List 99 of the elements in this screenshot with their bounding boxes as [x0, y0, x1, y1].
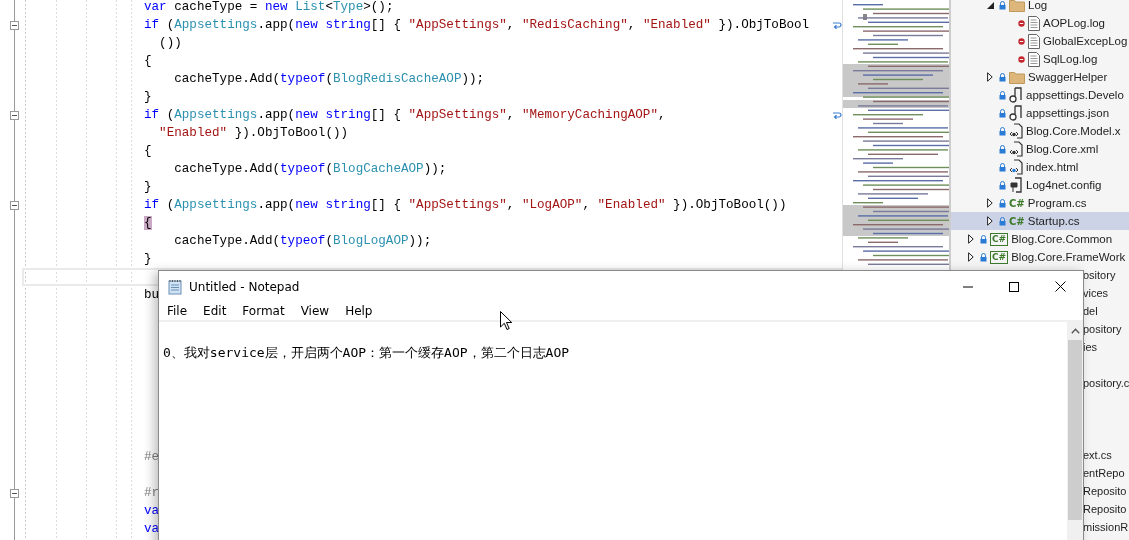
tree-item[interactable]: Blog.Core.xml — [951, 140, 1129, 158]
code-line: if (Appsettings.app(new string[] { "AppSettings", "RedisCaching", "Enabled" }).ObjToBool — [144, 17, 810, 34]
lock-icon — [999, 198, 1006, 208]
code-line: } — [144, 179, 152, 196]
lock-icon — [980, 252, 987, 262]
window-title: Untitled - Notepad — [189, 279, 300, 294]
collapse-icon[interactable] — [10, 110, 19, 120]
tree-item[interactable]: appsettings.Develo — [951, 86, 1129, 104]
notepad-icon — [168, 278, 183, 295]
text-file-icon — [1028, 15, 1040, 31]
settings-file-icon — [1009, 87, 1023, 103]
menu-item[interactable]: Format — [234, 304, 293, 318]
tree-item[interactable]: Log4net.config — [951, 176, 1129, 194]
code-line: var cacheType = new List<Type>(); — [144, 0, 394, 16]
collapse-icon[interactable] — [10, 20, 19, 30]
lock-icon — [999, 126, 1006, 136]
code-line: cacheType.Add(typeof(BlogCacheAOP)); — [173, 161, 447, 178]
menu-item[interactable]: View — [292, 304, 338, 318]
web-file-icon — [1009, 159, 1023, 175]
text-area[interactable]: 0、我对service层，开启两个AOP：第一个缓存AOP，第二个日志AOP — [159, 322, 1067, 540]
tree-item[interactable]: C# Startup.cs — [951, 212, 1129, 230]
text-file-icon — [1028, 33, 1040, 49]
tree-item[interactable]: Reposito — [1083, 503, 1127, 515]
text-file-icon — [1028, 51, 1040, 67]
excluded-dot-icon — [1018, 19, 1025, 27]
project-item[interactable]: C# Blog.Core.FrameWork — [951, 248, 1129, 266]
csharp-file-icon: C# — [1009, 197, 1025, 209]
code-line: cacheType.Add(typeof(BlogRedisCacheAOP)); — [173, 71, 485, 88]
lock-icon — [999, 90, 1006, 100]
lock-icon — [999, 180, 1006, 190]
tree-item[interactable]: Blog.Core.Model.x — [951, 122, 1129, 140]
tree-item[interactable]: pository.c — [1083, 377, 1129, 389]
note-text: 0、我对service层，开启两个AOP：第一个缓存AOP，第二个日志AOP — [163, 345, 570, 360]
csharp-project-icon: C# — [990, 232, 1009, 246]
collapse-icon[interactable] — [10, 200, 19, 210]
tree-item[interactable]: ository — [1083, 269, 1116, 281]
tree-item[interactable]: index.html — [951, 158, 1129, 176]
lock-icon — [999, 162, 1006, 172]
lock-icon — [999, 144, 1006, 154]
config-file-icon — [1009, 177, 1023, 193]
lock-icon — [980, 234, 987, 244]
code-line: bu — [144, 287, 160, 304]
settings-file-icon — [1009, 105, 1023, 121]
collapse-icon[interactable] — [10, 488, 19, 498]
collapsed-caret-icon[interactable] — [968, 234, 974, 244]
tree-item[interactable]: SqlLog.log — [951, 50, 1129, 68]
lock-icon — [999, 72, 1006, 82]
code-line: #e — [144, 449, 160, 466]
tree-item[interactable]: AOPLog.log — [951, 14, 1129, 32]
lock-icon — [999, 0, 1006, 10]
folder-icon — [1009, 70, 1025, 84]
code-line: va — [144, 503, 160, 520]
tree-item[interactable]: del — [1083, 305, 1098, 317]
expanded-caret-icon[interactable] — [986, 1, 994, 9]
code-line: cacheType.Add(typeof(BlogLogAOP)); — [173, 233, 432, 250]
tree-item[interactable]: missionR — [1083, 521, 1129, 533]
xml-file-icon — [1009, 141, 1023, 157]
collapsed-caret-icon[interactable] — [987, 198, 993, 208]
collapsed-caret-icon[interactable] — [968, 252, 974, 262]
code-line: "Enabled" }).ObjToBool()) — [158, 125, 349, 142]
code-line: ()) — [158, 35, 182, 52]
tree-item[interactable]: Reposito — [1083, 485, 1127, 497]
tree-item[interactable]: entRepo — [1083, 467, 1125, 479]
tree-item[interactable]: appsettings.json — [951, 104, 1129, 122]
menu-item[interactable]: Help — [337, 304, 381, 318]
code-line: { — [144, 143, 152, 160]
code-line: } — [144, 89, 152, 106]
tree-item[interactable]: SwaggerHelper — [951, 68, 1129, 86]
code-line: #r — [144, 485, 160, 502]
minimize-icon — [963, 285, 973, 288]
project-item[interactable]: C# Blog.Core.Common — [951, 230, 1129, 248]
folder-icon — [1009, 0, 1025, 12]
tree-item[interactable]: pository — [1083, 323, 1122, 335]
code-line: if (Appsettings.app(new string[] { "AppSettings", "LogAOP", "Enabled" }).ObjToBool()) — [144, 197, 787, 214]
collapsed-caret-icon[interactable] — [987, 216, 993, 226]
close-icon — [1054, 281, 1066, 292]
tree-item[interactable]: GlobalExcepLog — [951, 32, 1129, 50]
excluded-dot-icon — [1018, 37, 1025, 45]
csharp-file-icon: C# — [1009, 215, 1025, 227]
maximize-icon — [1009, 281, 1019, 292]
tree-item[interactable]: vices — [1083, 287, 1109, 299]
csharp-project-icon: C# — [990, 250, 1009, 264]
scroll-bar[interactable] — [1067, 322, 1083, 540]
tree-item[interactable]: C# Program.cs — [951, 194, 1129, 212]
xml-file-icon — [1009, 123, 1023, 139]
code-line: va — [144, 521, 160, 538]
collapsed-caret-icon[interactable] — [987, 72, 993, 82]
code-line: } — [144, 251, 152, 268]
menu-item[interactable]: File — [159, 304, 196, 318]
lock-icon — [999, 216, 1006, 226]
excluded-dot-icon — [1018, 55, 1025, 63]
menu-item[interactable]: Edit — [195, 304, 235, 318]
tree-item[interactable]: Log — [951, 0, 1129, 14]
code-line: { — [144, 53, 152, 70]
tree-item[interactable]: ext.cs — [1083, 449, 1112, 461]
mouse-cursor-icon — [500, 311, 513, 331]
code-line: if (Appsettings.app(new string[] { "AppSettings", "MemoryCachingAOP", — [144, 107, 666, 124]
tree-item[interactable]: ies — [1083, 341, 1098, 353]
lock-icon — [999, 108, 1006, 118]
